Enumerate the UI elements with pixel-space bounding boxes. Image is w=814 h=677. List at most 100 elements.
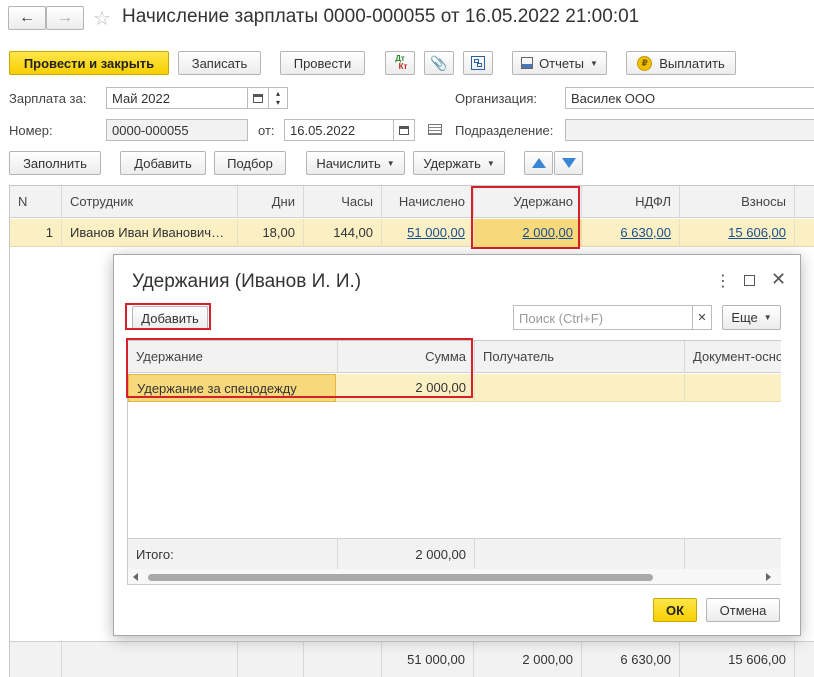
period-stepper[interactable]: ▴ ▾ xyxy=(268,87,288,109)
calendar-button[interactable] xyxy=(247,87,269,109)
date-calendar-button[interactable] xyxy=(393,119,415,141)
document-status-icon[interactable] xyxy=(428,124,442,135)
pay-label: Выплатить xyxy=(659,55,725,71)
total-amount: 2 000,00 xyxy=(338,539,475,570)
hierarchy-icon xyxy=(471,56,485,70)
cell-accrued[interactable]: 51 000,00 xyxy=(382,219,474,247)
search-clear-button[interactable]: ✕ xyxy=(692,305,712,330)
table-row[interactable]: 1 Иванов Иван Иванович… 18,00 144,00 51 … xyxy=(10,219,814,247)
add-row-button[interactable]: Добавить xyxy=(120,151,206,175)
number-label: Номер: xyxy=(9,123,53,138)
cell-ndfl[interactable]: 6 630,00 xyxy=(582,219,680,247)
cell-deduction[interactable]: Удержание за спецодежду xyxy=(128,374,336,402)
division-label: Подразделение: xyxy=(455,123,554,138)
post-button[interactable]: Провести xyxy=(280,51,365,75)
dialog-table-footer: Итого: 2 000,00 xyxy=(128,538,781,570)
favorite-star-icon[interactable]: ☆ xyxy=(93,6,111,31)
dt-kt-icon: Дт Кт xyxy=(395,54,408,71)
back-button[interactable]: ← xyxy=(8,6,46,30)
cell-n: 1 xyxy=(10,219,62,247)
arrow-left-icon: ← xyxy=(19,9,35,26)
scroll-left-icon[interactable] xyxy=(133,573,138,581)
arrow-right-icon: → xyxy=(57,9,73,26)
close-icon[interactable]: ✕ xyxy=(771,269,786,290)
calendar-icon xyxy=(399,125,409,135)
dialog-title: Удержания (Иванов И. И.) xyxy=(132,271,362,292)
forward-button[interactable]: → xyxy=(46,6,84,30)
dt-kt-button[interactable]: Дт Кт xyxy=(385,51,415,75)
ndfl-link[interactable]: 6 630,00 xyxy=(620,225,671,240)
attach-button[interactable]: 📎 xyxy=(424,51,454,75)
search-placeholder: Поиск (Ctrl+F) xyxy=(519,311,604,326)
scroll-right-icon[interactable] xyxy=(766,573,771,581)
chevron-down-icon: ▼ xyxy=(590,58,598,68)
calendar-icon xyxy=(253,93,263,103)
cell-contrib[interactable]: 15 606,00 xyxy=(680,219,795,247)
col-header-contrib[interactable]: Взносы xyxy=(680,186,795,218)
total-accrued: 51 000,00 xyxy=(382,642,474,677)
more-vertical-icon[interactable]: ⋮ xyxy=(715,271,731,291)
date-field[interactable]: 16.05.2022 xyxy=(284,119,394,141)
stepper-down-icon: ▾ xyxy=(275,98,280,107)
contrib-link[interactable]: 15 606,00 xyxy=(728,225,786,240)
col-header-hours[interactable]: Часы xyxy=(304,186,382,218)
withhold-label: Удержать xyxy=(423,155,481,171)
cancel-button[interactable]: Отмена xyxy=(706,598,780,622)
total-contrib: 15 606,00 xyxy=(680,642,795,677)
col-header-n[interactable]: N xyxy=(10,186,62,218)
dialog-table-header: Удержание Сумма Получатель Документ-осно xyxy=(128,341,781,373)
window-title: Начисление зарплаты 0000-000055 от 16.05… xyxy=(122,6,640,27)
post-and-close-button[interactable]: Провести и закрыть xyxy=(9,51,169,75)
cell-withheld[interactable]: 2 000,00 xyxy=(474,219,582,247)
col-header-ndfl[interactable]: НДФЛ xyxy=(582,186,680,218)
organization-label: Организация: xyxy=(455,91,538,106)
horizontal-scrollbar[interactable] xyxy=(128,569,781,584)
dialog-more-button[interactable]: Еще ▼ xyxy=(722,305,781,330)
col-header-accrued[interactable]: Начислено xyxy=(382,186,474,218)
ok-button[interactable]: ОК xyxy=(653,598,697,622)
move-down-button[interactable] xyxy=(554,151,583,175)
col-header-employee[interactable]: Сотрудник xyxy=(62,186,238,218)
cell-recipient[interactable] xyxy=(475,374,685,402)
total-ndfl: 6 630,00 xyxy=(582,642,680,677)
cell-document[interactable] xyxy=(685,374,781,402)
cell-amount[interactable]: 2 000,00 xyxy=(338,374,475,402)
col-header-amount[interactable]: Сумма xyxy=(338,341,475,373)
dialog-add-button[interactable]: Добавить xyxy=(132,306,208,330)
pick-button[interactable]: Подбор xyxy=(214,151,286,175)
withheld-link[interactable]: 2 000,00 xyxy=(522,225,573,240)
stepper-up-icon: ▴ xyxy=(275,89,280,98)
scrollbar-thumb[interactable] xyxy=(148,574,653,581)
salary-period-field[interactable]: Май 2022 xyxy=(106,87,248,109)
reports-button[interactable]: Отчеты ▼ xyxy=(512,51,607,75)
organization-field[interactable]: Василек ООО xyxy=(565,87,814,109)
cell-days[interactable]: 18,00 xyxy=(238,219,304,247)
withhold-dropdown-button[interactable]: Удержать ▼ xyxy=(413,151,505,175)
col-header-deduction[interactable]: Удержание xyxy=(128,341,338,373)
col-header-document[interactable]: Документ-осно xyxy=(685,341,781,373)
total-withheld: 2 000,00 xyxy=(474,642,582,677)
paperclip-icon: 📎 xyxy=(430,54,448,71)
maximize-icon[interactable] xyxy=(744,275,755,286)
total-label: Итого: xyxy=(128,539,338,570)
col-header-withheld[interactable]: Удержано xyxy=(474,186,582,218)
save-button[interactable]: Записать xyxy=(178,51,261,75)
col-header-recipient[interactable]: Получатель xyxy=(475,341,685,373)
accrued-link[interactable]: 51 000,00 xyxy=(407,225,465,240)
number-field[interactable]: 0000-000055 xyxy=(106,119,248,141)
salary-for-label: Зарплата за: xyxy=(9,91,87,106)
cell-employee[interactable]: Иванов Иван Иванович… xyxy=(62,219,238,247)
dialog-search-input[interactable]: Поиск (Ctrl+F) xyxy=(513,305,693,330)
accrue-dropdown-button[interactable]: Начислить ▼ xyxy=(306,151,405,175)
accrue-label: Начислить xyxy=(316,155,381,171)
cell-hours[interactable]: 144,00 xyxy=(304,219,382,247)
division-field[interactable] xyxy=(565,119,814,141)
reports-label: Отчеты xyxy=(539,55,584,71)
move-up-button[interactable] xyxy=(524,151,553,175)
fill-button[interactable]: Заполнить xyxy=(9,151,101,175)
structure-button[interactable] xyxy=(463,51,493,75)
table-row[interactable]: Удержание за спецодежду 2 000,00 xyxy=(128,374,781,402)
pay-button[interactable]: ₽ Выплатить xyxy=(626,51,736,75)
col-header-days[interactable]: Дни xyxy=(238,186,304,218)
chevron-down-icon: ▼ xyxy=(763,313,772,322)
